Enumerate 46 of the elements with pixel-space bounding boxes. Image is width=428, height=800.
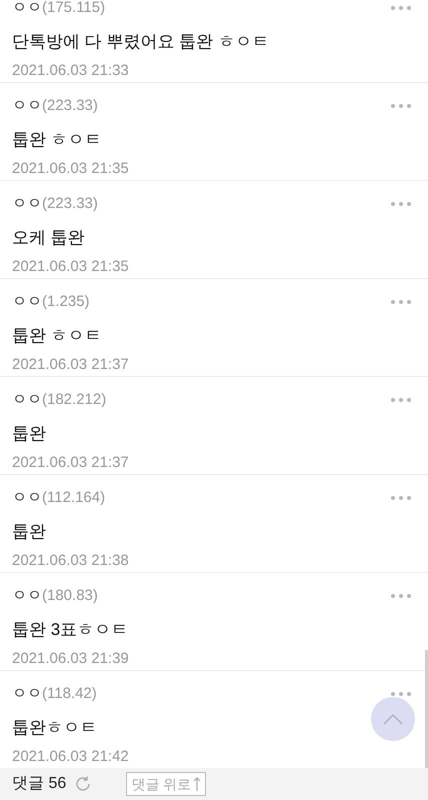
comment-date: 2021.06.03 21:35	[12, 257, 129, 277]
more-icon[interactable]	[390, 299, 412, 306]
comment-date: 2021.06.03 21:42	[12, 747, 129, 767]
ip-address: (112.164)	[42, 488, 106, 508]
more-icon[interactable]	[390, 201, 412, 208]
ip-address: (1.235)	[42, 292, 90, 312]
chevron-up-icon	[383, 714, 403, 724]
refresh-icon[interactable]	[74, 775, 92, 793]
author-name: ㅇㅇ	[12, 194, 42, 214]
author-name: ㅇㅇ	[12, 96, 42, 116]
comment-text: 툽완 3표ㅎㅇㅌ	[12, 618, 128, 640]
more-icon[interactable]	[390, 103, 412, 110]
comment-text: 오케 툽완	[12, 226, 85, 248]
author-name: ㅇㅇ	[12, 0, 42, 18]
ip-address: (180.83)	[42, 586, 98, 606]
ip-address: (223.33)	[42, 194, 98, 214]
more-icon[interactable]	[390, 5, 412, 12]
ip-address: (182.212)	[42, 390, 106, 410]
scroll-to-comments-button[interactable]: 댓글 위로	[126, 772, 206, 796]
more-icon[interactable]	[390, 593, 412, 600]
comment-date: 2021.06.03 21:33	[12, 61, 129, 81]
comment-date: 2021.06.03 21:38	[12, 551, 129, 571]
comment-text: 툽완 ㅎㅇㅌ	[12, 128, 102, 150]
comment-date: 2021.06.03 21:35	[12, 159, 129, 179]
more-icon[interactable]	[390, 691, 412, 698]
comment-text: 툽완	[12, 520, 46, 542]
author-name: ㅇㅇ	[12, 488, 42, 508]
author-name: ㅇㅇ	[12, 292, 42, 312]
comment-date: 2021.06.03 21:37	[12, 453, 129, 473]
ip-address: (223.33)	[42, 96, 98, 116]
comment-count: 댓글 56	[12, 774, 66, 794]
more-icon[interactable]	[390, 397, 412, 404]
ip-address: (175.115)	[42, 0, 106, 18]
comment-text: 툽완	[12, 422, 46, 444]
comment-text: 툽완ㅎㅇㅌ	[12, 716, 97, 738]
author-name: ㅇㅇ	[12, 684, 42, 704]
more-icon[interactable]	[390, 495, 412, 502]
comment-text: 툽완 ㅎㅇㅌ	[12, 324, 102, 346]
up-arrow-icon	[193, 776, 202, 792]
scroll-top-button[interactable]	[371, 697, 415, 741]
ip-address: (118.42)	[42, 684, 97, 704]
comment-text: 단톡방에 다 뿌렸어요 툽완 ㅎㅇㅌ	[12, 30, 269, 52]
comment-date: 2021.06.03 21:37	[12, 355, 129, 375]
comment-date: 2021.06.03 21:39	[12, 649, 129, 669]
author-name: ㅇㅇ	[12, 390, 42, 410]
author-name: ㅇㅇ	[12, 586, 42, 606]
